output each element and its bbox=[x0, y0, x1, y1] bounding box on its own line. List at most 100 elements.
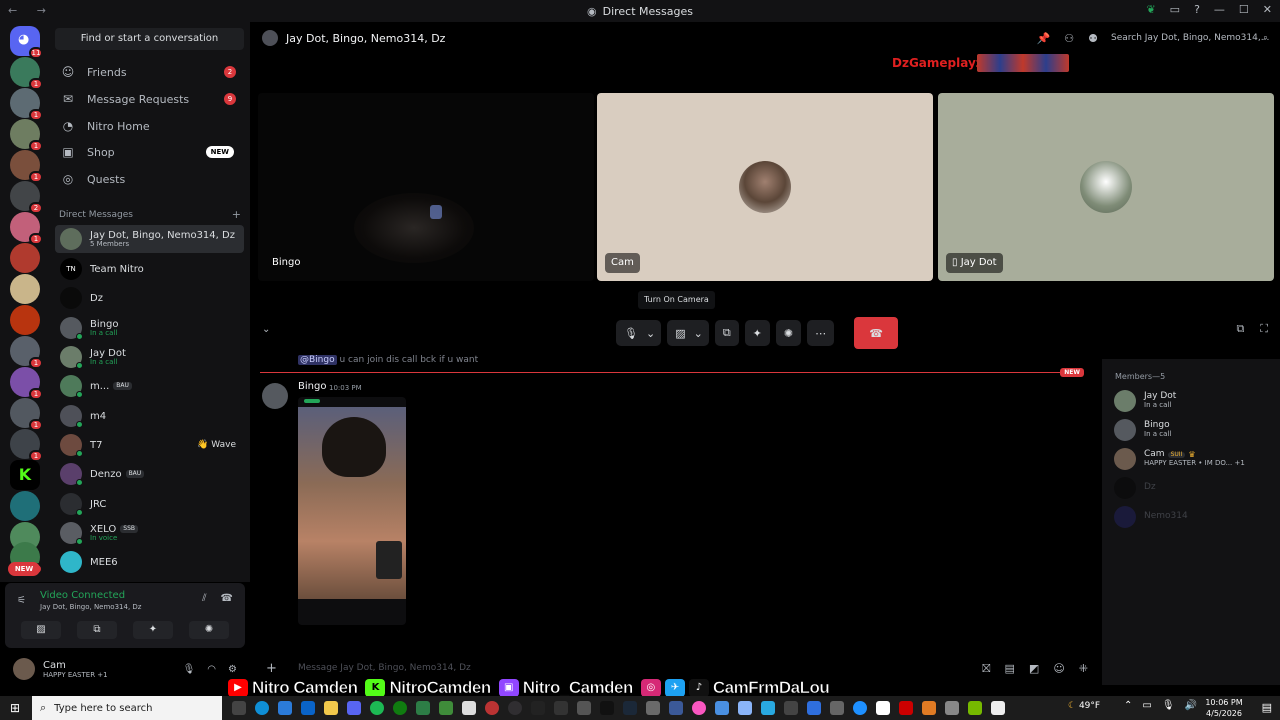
close-icon[interactable]: ✕ bbox=[1263, 3, 1272, 16]
member-item[interactable]: Bingo In a call bbox=[1114, 417, 1274, 443]
help-icon[interactable]: ? bbox=[1194, 3, 1200, 16]
server-icon[interactable]: 1 bbox=[10, 57, 43, 90]
app-icon[interactable] bbox=[531, 701, 545, 715]
chevron-down-icon[interactable]: ⌄ bbox=[646, 327, 661, 340]
app-icon[interactable] bbox=[991, 701, 1005, 715]
app-icon[interactable] bbox=[278, 701, 292, 715]
dm-item[interactable]: JRC bbox=[55, 490, 244, 518]
fullscreen-icon[interactable]: ⛶ bbox=[1260, 322, 1268, 336]
home-button[interactable]: ◕ 11 bbox=[10, 26, 43, 59]
mic-icon[interactable]: 🎙 bbox=[183, 664, 196, 675]
app-icon[interactable] bbox=[669, 701, 683, 715]
popout-icon[interactable]: ⧉ bbox=[1236, 322, 1244, 336]
dm-item-group[interactable]: Jay Dot, Bingo, Nemo314, Dz 5 Members bbox=[55, 225, 244, 253]
disconnect-icon[interactable]: ☎ bbox=[221, 593, 233, 604]
find-conversation-button[interactable]: Find or start a conversation bbox=[55, 28, 244, 50]
network-icon[interactable]: ▭ bbox=[1142, 700, 1151, 711]
dm-item[interactable]: TN Team Nitro bbox=[55, 255, 244, 283]
dm-item[interactable]: XELO SSB In voice bbox=[55, 519, 244, 547]
kick-server-icon[interactable]: K bbox=[10, 460, 40, 490]
avatar[interactable] bbox=[13, 658, 35, 680]
sidebar-item-friends[interactable]: ☺ Friends 2 bbox=[55, 60, 244, 84]
chat-title[interactable]: Jay Dot, Bingo, Nemo314, Dz bbox=[286, 32, 445, 45]
dm-item[interactable]: Dz bbox=[55, 284, 244, 312]
file-explorer-icon[interactable] bbox=[324, 701, 338, 715]
app-icon[interactable] bbox=[577, 701, 591, 715]
app-icon[interactable] bbox=[738, 701, 752, 715]
gear-icon[interactable]: ⚙ bbox=[228, 664, 237, 675]
server-icon[interactable]: 1 bbox=[10, 150, 43, 183]
gif-icon[interactable]: ▤ bbox=[1005, 662, 1015, 676]
edge-icon[interactable] bbox=[255, 701, 269, 715]
server-icon[interactable]: 1 bbox=[10, 336, 43, 369]
video-tile-bingo[interactable]: Bingo bbox=[258, 93, 594, 281]
message-image-attachment[interactable] bbox=[298, 397, 406, 625]
server-icon[interactable]: 1 bbox=[10, 429, 43, 462]
add-dm-button[interactable]: + bbox=[232, 208, 241, 221]
taskbar-search-input[interactable]: ⌕ Type here to search bbox=[32, 696, 222, 720]
user-mention[interactable]: @Bingo bbox=[298, 355, 337, 365]
server-icon[interactable]: 1 bbox=[10, 212, 43, 245]
member-item[interactable]: Cam SUII ♛ HAPPY EASTER • IM DO... +1 bbox=[1114, 446, 1274, 472]
windows-start-icon[interactable]: ⊞ bbox=[10, 701, 20, 715]
app-icon[interactable] bbox=[922, 701, 936, 715]
sidebar-item-shop[interactable]: ▣ Shop NEW bbox=[55, 140, 244, 164]
dm-item[interactable]: Denzo BAU bbox=[55, 460, 244, 488]
server-icon[interactable] bbox=[10, 491, 40, 521]
minimize-icon[interactable]: — bbox=[1214, 3, 1225, 16]
avatar[interactable] bbox=[262, 383, 288, 409]
chevron-down-icon[interactable]: ⌄ bbox=[694, 327, 709, 340]
soundboard-button[interactable]: ✺ bbox=[189, 621, 229, 639]
gift-icon[interactable]: ⛝ bbox=[982, 662, 990, 676]
app-icon[interactable] bbox=[876, 701, 890, 715]
app-icon[interactable] bbox=[945, 701, 959, 715]
chevron-down-icon[interactable]: ⌄ bbox=[262, 324, 270, 335]
plus-icon[interactable]: + bbox=[266, 661, 277, 676]
more-button[interactable]: ⋯ bbox=[807, 320, 835, 346]
app-icon[interactable] bbox=[807, 701, 821, 715]
dm-item[interactable]: m4 bbox=[55, 402, 244, 430]
app-icon[interactable] bbox=[646, 701, 660, 715]
steam-icon[interactable] bbox=[623, 701, 637, 715]
screen-share-button[interactable]: ⧉ bbox=[714, 320, 739, 346]
server-icon[interactable] bbox=[10, 243, 40, 273]
camera-off-button[interactable]: ▨ bbox=[21, 621, 61, 639]
inbox-icon[interactable]: ▭ bbox=[1170, 3, 1180, 16]
server-icon[interactable] bbox=[10, 274, 40, 304]
server-icon[interactable]: 1 bbox=[10, 88, 43, 121]
app-icon[interactable] bbox=[784, 701, 798, 715]
app-icon[interactable] bbox=[485, 701, 499, 715]
activities-button[interactable]: ✦ bbox=[133, 621, 173, 639]
signal-icon[interactable]: ⚟ bbox=[17, 595, 26, 606]
member-item[interactable]: Nemo314 bbox=[1114, 504, 1274, 530]
dm-item[interactable]: m... BAU bbox=[55, 372, 244, 400]
spotify-icon[interactable] bbox=[370, 701, 384, 715]
dm-item[interactable]: Jay Dot In a call bbox=[55, 343, 244, 371]
task-view-icon[interactable] bbox=[232, 701, 246, 715]
mic-icon[interactable]: 🎙 bbox=[1162, 700, 1175, 711]
dm-item[interactable]: Bingo In a call bbox=[55, 314, 244, 342]
emoji-icon[interactable]: ☺ bbox=[1053, 662, 1064, 676]
voice-status[interactable]: Video Connected bbox=[40, 590, 125, 601]
video-tile-jay-dot[interactable]: ▯ Jay Dot bbox=[938, 93, 1274, 281]
sticker-icon[interactable]: ◩ bbox=[1029, 662, 1039, 676]
notification-icon[interactable]: ▤ bbox=[1262, 701, 1272, 714]
member-item[interactable]: Jay Dot In a call bbox=[1114, 388, 1274, 414]
headphones-icon[interactable]: ◠ bbox=[207, 664, 216, 675]
server-icon[interactable]: 1 bbox=[10, 119, 43, 152]
wave-button[interactable]: 👋 Wave bbox=[197, 440, 236, 450]
xbox-icon[interactable] bbox=[393, 701, 407, 715]
server-icon[interactable] bbox=[10, 305, 40, 335]
dm-item[interactable]: MEE6 bbox=[55, 548, 244, 576]
app-icon[interactable] bbox=[761, 701, 775, 715]
screen-share-button[interactable]: ⧉ bbox=[77, 621, 117, 639]
add-friends-icon[interactable]: ⚇ bbox=[1064, 32, 1074, 45]
member-item[interactable]: Dz bbox=[1114, 475, 1274, 501]
nvidia-icon[interactable] bbox=[968, 701, 982, 715]
app-icon[interactable] bbox=[830, 701, 844, 715]
server-icon[interactable]: 2 bbox=[10, 181, 43, 214]
outlook-icon[interactable] bbox=[301, 701, 315, 715]
message-author[interactable]: Bingo bbox=[298, 381, 326, 392]
mute-button[interactable]: 🎙 ⌄ bbox=[616, 320, 662, 346]
minecraft-icon[interactable] bbox=[439, 701, 453, 715]
